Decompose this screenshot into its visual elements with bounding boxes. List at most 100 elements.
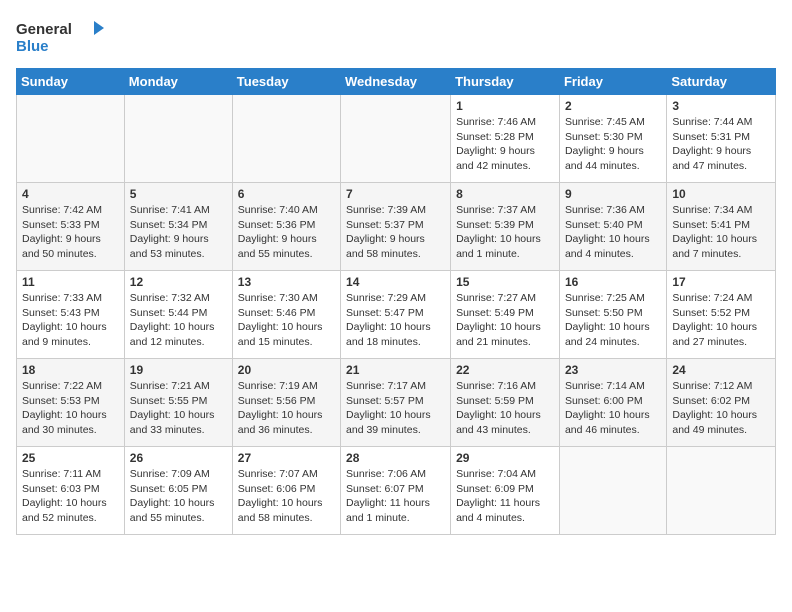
day-info: Sunrise: 7:04 AM Sunset: 6:09 PM Dayligh… [456,467,554,526]
weekday-header-sunday: Sunday [17,69,125,95]
day-info: Sunrise: 7:22 AM Sunset: 5:53 PM Dayligh… [22,379,119,438]
weekday-header-wednesday: Wednesday [341,69,451,95]
day-number: 22 [456,363,554,377]
calendar-week-row: 18 Sunrise: 7:22 AM Sunset: 5:53 PM Dayli… [17,359,776,447]
calendar-cell: 15 Sunrise: 7:27 AM Sunset: 5:49 PM Dayli… [451,271,560,359]
day-info: Sunrise: 7:27 AM Sunset: 5:49 PM Dayligh… [456,291,554,350]
calendar-cell [124,95,232,183]
calendar-cell: 3 Sunrise: 7:44 AM Sunset: 5:31 PM Daylig… [667,95,776,183]
calendar-week-row: 4 Sunrise: 7:42 AM Sunset: 5:33 PM Daylig… [17,183,776,271]
day-number: 6 [238,187,335,201]
day-number: 4 [22,187,119,201]
day-number: 13 [238,275,335,289]
day-info: Sunrise: 7:06 AM Sunset: 6:07 PM Dayligh… [346,467,445,526]
day-number: 29 [456,451,554,465]
calendar-cell: 26 Sunrise: 7:09 AM Sunset: 6:05 PM Dayli… [124,447,232,535]
day-info: Sunrise: 7:42 AM Sunset: 5:33 PM Dayligh… [22,203,119,262]
calendar-cell: 24Sunrise: 7:12 AM Sunset: 6:02 PM Dayli… [667,359,776,447]
calendar-cell: 16 Sunrise: 7:25 AM Sunset: 5:50 PM Dayli… [559,271,666,359]
calendar-cell: 18 Sunrise: 7:22 AM Sunset: 5:53 PM Dayli… [17,359,125,447]
day-number: 5 [130,187,227,201]
weekday-header-thursday: Thursday [451,69,560,95]
day-info: Sunrise: 7:29 AM Sunset: 5:47 PM Dayligh… [346,291,445,350]
day-info: Sunrise: 7:32 AM Sunset: 5:44 PM Dayligh… [130,291,227,350]
calendar-table: SundayMondayTuesdayWednesdayThursdayFrid… [16,68,776,535]
weekday-header-tuesday: Tuesday [232,69,340,95]
calendar-cell: 13 Sunrise: 7:30 AM Sunset: 5:46 PM Dayli… [232,271,340,359]
day-number: 11 [22,275,119,289]
calendar-cell: 7 Sunrise: 7:39 AM Sunset: 5:37 PM Daylig… [341,183,451,271]
day-info: Sunrise: 7:36 AM Sunset: 5:40 PM Dayligh… [565,203,661,262]
day-number: 15 [456,275,554,289]
day-number: 25 [22,451,119,465]
calendar-week-row: 11 Sunrise: 7:33 AM Sunset: 5:43 PM Dayli… [17,271,776,359]
day-info: Sunrise: 7:24 AM Sunset: 5:52 PM Dayligh… [672,291,770,350]
weekday-header-friday: Friday [559,69,666,95]
calendar-cell: 27 Sunrise: 7:07 AM Sunset: 6:06 PM Dayli… [232,447,340,535]
day-info: Sunrise: 7:25 AM Sunset: 5:50 PM Dayligh… [565,291,661,350]
day-info: Sunrise: 7:33 AM Sunset: 5:43 PM Dayligh… [22,291,119,350]
day-number: 19 [130,363,227,377]
day-info: Sunrise: 7:07 AM Sunset: 6:06 PM Dayligh… [238,467,335,526]
day-info: Sunrise: 7:16 AM Sunset: 5:59 PM Dayligh… [456,379,554,438]
day-number: 14 [346,275,445,289]
day-info: Sunrise: 7:14 AM Sunset: 6:00 PM Dayligh… [565,379,661,438]
day-info: Sunrise: 7:41 AM Sunset: 5:34 PM Dayligh… [130,203,227,262]
day-info: Sunrise: 7:44 AM Sunset: 5:31 PM Dayligh… [672,115,770,174]
page-header: General Blue [16,16,776,58]
calendar-cell: 4 Sunrise: 7:42 AM Sunset: 5:33 PM Daylig… [17,183,125,271]
day-info: Sunrise: 7:45 AM Sunset: 5:30 PM Dayligh… [565,115,661,174]
day-info: Sunrise: 7:19 AM Sunset: 5:56 PM Dayligh… [238,379,335,438]
day-info: Sunrise: 7:21 AM Sunset: 5:55 PM Dayligh… [130,379,227,438]
day-info: Sunrise: 7:12 AM Sunset: 6:02 PM Dayligh… [672,379,770,438]
day-number: 26 [130,451,227,465]
day-number: 18 [22,363,119,377]
calendar-cell [341,95,451,183]
day-number: 27 [238,451,335,465]
logo: General Blue [16,16,106,58]
calendar-cell [667,447,776,535]
day-info: Sunrise: 7:09 AM Sunset: 6:05 PM Dayligh… [130,467,227,526]
calendar-cell: 10Sunrise: 7:34 AM Sunset: 5:41 PM Dayli… [667,183,776,271]
calendar-week-row: 1 Sunrise: 7:46 AM Sunset: 5:28 PM Daylig… [17,95,776,183]
day-info: Sunrise: 7:11 AM Sunset: 6:03 PM Dayligh… [22,467,119,526]
calendar-cell [17,95,125,183]
day-number: 8 [456,187,554,201]
calendar-cell: 14 Sunrise: 7:29 AM Sunset: 5:47 PM Dayli… [341,271,451,359]
calendar-cell: 22 Sunrise: 7:16 AM Sunset: 5:59 PM Dayli… [451,359,560,447]
day-number: 3 [672,99,770,113]
day-number: 17 [672,275,770,289]
day-number: 9 [565,187,661,201]
logo-icon: General Blue [16,16,106,58]
day-info: Sunrise: 7:34 AM Sunset: 5:41 PM Dayligh… [672,203,770,262]
weekday-header-row: SundayMondayTuesdayWednesdayThursdayFrid… [17,69,776,95]
calendar-cell: 5 Sunrise: 7:41 AM Sunset: 5:34 PM Daylig… [124,183,232,271]
calendar-cell: 8 Sunrise: 7:37 AM Sunset: 5:39 PM Daylig… [451,183,560,271]
day-info: Sunrise: 7:37 AM Sunset: 5:39 PM Dayligh… [456,203,554,262]
calendar-cell: 12 Sunrise: 7:32 AM Sunset: 5:44 PM Dayli… [124,271,232,359]
calendar-cell: 6Sunrise: 7:40 AM Sunset: 5:36 PM Daylig… [232,183,340,271]
day-number: 28 [346,451,445,465]
svg-text:General: General [16,21,72,38]
day-info: Sunrise: 7:46 AM Sunset: 5:28 PM Dayligh… [456,115,554,174]
calendar-cell: 29 Sunrise: 7:04 AM Sunset: 6:09 PM Dayli… [451,447,560,535]
svg-text:Blue: Blue [16,38,49,55]
calendar-cell: 11 Sunrise: 7:33 AM Sunset: 5:43 PM Dayli… [17,271,125,359]
day-number: 16 [565,275,661,289]
day-info: Sunrise: 7:39 AM Sunset: 5:37 PM Dayligh… [346,203,445,262]
calendar-cell: 20Sunrise: 7:19 AM Sunset: 5:56 PM Dayli… [232,359,340,447]
calendar-cell: 23 Sunrise: 7:14 AM Sunset: 6:00 PM Dayli… [559,359,666,447]
day-number: 23 [565,363,661,377]
weekday-header-monday: Monday [124,69,232,95]
day-number: 7 [346,187,445,201]
day-number: 12 [130,275,227,289]
calendar-cell: 21Sunrise: 7:17 AM Sunset: 5:57 PM Dayli… [341,359,451,447]
calendar-cell: 19 Sunrise: 7:21 AM Sunset: 5:55 PM Dayli… [124,359,232,447]
day-info: Sunrise: 7:17 AM Sunset: 5:57 PM Dayligh… [346,379,445,438]
weekday-header-saturday: Saturday [667,69,776,95]
day-number: 1 [456,99,554,113]
calendar-week-row: 25 Sunrise: 7:11 AM Sunset: 6:03 PM Dayli… [17,447,776,535]
day-info: Sunrise: 7:30 AM Sunset: 5:46 PM Dayligh… [238,291,335,350]
day-number: 2 [565,99,661,113]
calendar-cell: 25 Sunrise: 7:11 AM Sunset: 6:03 PM Dayli… [17,447,125,535]
